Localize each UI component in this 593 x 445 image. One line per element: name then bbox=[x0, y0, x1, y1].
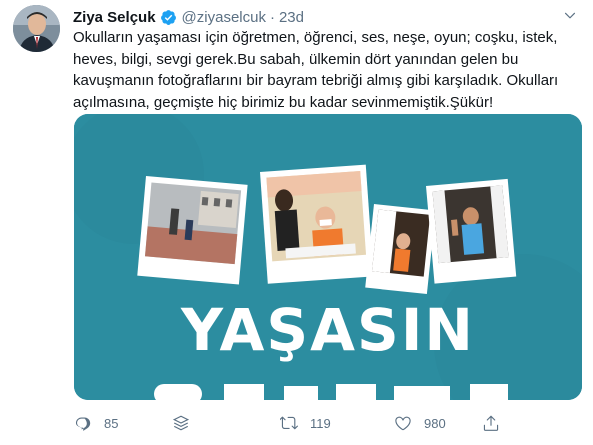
verified-badge-icon bbox=[160, 9, 176, 25]
chevron-down-icon[interactable] bbox=[561, 6, 579, 24]
photo-frame bbox=[426, 178, 517, 284]
author-name[interactable]: Ziya Selçuk bbox=[73, 9, 156, 26]
layers-icon bbox=[172, 415, 190, 431]
reply-button[interactable]: 85 bbox=[74, 410, 118, 436]
thread-button[interactable] bbox=[172, 410, 202, 436]
tweet-timestamp[interactable]: 23d bbox=[279, 9, 304, 26]
reply-count: 85 bbox=[104, 415, 119, 431]
tweet-image[interactable]: YAŞASIN bbox=[74, 114, 582, 400]
like-count: 980 bbox=[424, 415, 446, 431]
tweet-actions: 85 119 980 bbox=[74, 410, 584, 436]
photo-frame bbox=[137, 176, 248, 285]
like-icon bbox=[395, 416, 411, 431]
retweet-count: 119 bbox=[310, 415, 331, 431]
share-button[interactable] bbox=[482, 410, 512, 436]
author-handle[interactable]: @ziyaselcuk bbox=[182, 9, 266, 26]
photo-frame bbox=[260, 164, 374, 284]
separator-dot: · bbox=[269, 8, 275, 26]
tweet-header: Ziya Selçuk @ziyaselcuk · 23d bbox=[73, 6, 583, 28]
tweet-text: Okulların yaşaması için öğretmen, öğrenc… bbox=[73, 29, 559, 111]
reply-icon bbox=[75, 417, 91, 431]
retweet-icon bbox=[280, 416, 298, 430]
like-button[interactable]: 980 bbox=[394, 410, 446, 436]
image-headline: YAŞASIN bbox=[180, 296, 475, 364]
retweet-button[interactable]: 119 bbox=[280, 410, 331, 436]
avatar[interactable] bbox=[13, 5, 60, 52]
share-icon bbox=[483, 415, 499, 431]
photo-frame bbox=[365, 204, 436, 295]
